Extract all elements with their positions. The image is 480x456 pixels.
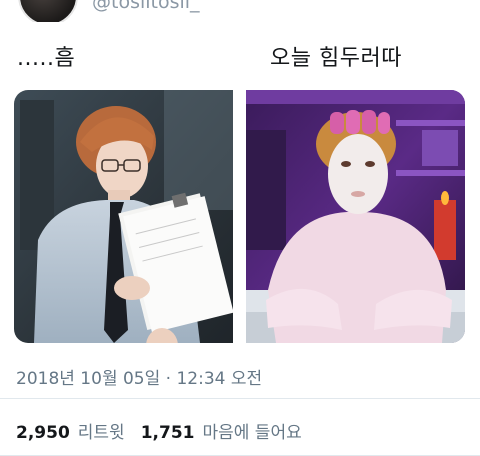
- caption-left: .....흠: [17, 46, 76, 71]
- like-label[interactable]: 마음에 들어요: [202, 418, 301, 443]
- tweet-header: @tosiltosil_: [0, 0, 480, 22]
- tweet-photo-right[interactable]: [246, 90, 465, 343]
- like-count[interactable]: 1,751: [141, 423, 195, 443]
- avatar[interactable]: [18, 0, 78, 22]
- tweet-stats: 2,950 리트윗 1,751 마음에 들어요: [16, 418, 318, 443]
- tweet-photo-left[interactable]: [14, 90, 233, 343]
- retweet-label[interactable]: 리트윗: [78, 418, 125, 443]
- photo-office-reading: [14, 90, 233, 343]
- retweet-count[interactable]: 2,950: [16, 423, 70, 443]
- user-handle[interactable]: @tosiltosil_: [92, 0, 200, 13]
- tweet-timestamp[interactable]: 2018년 10월 05일 · 12:34 오전: [16, 364, 262, 389]
- caption-right: 오늘 힘두러따: [270, 46, 402, 71]
- photo-face-mask-rollers: [246, 90, 465, 343]
- divider-top: [0, 398, 480, 399]
